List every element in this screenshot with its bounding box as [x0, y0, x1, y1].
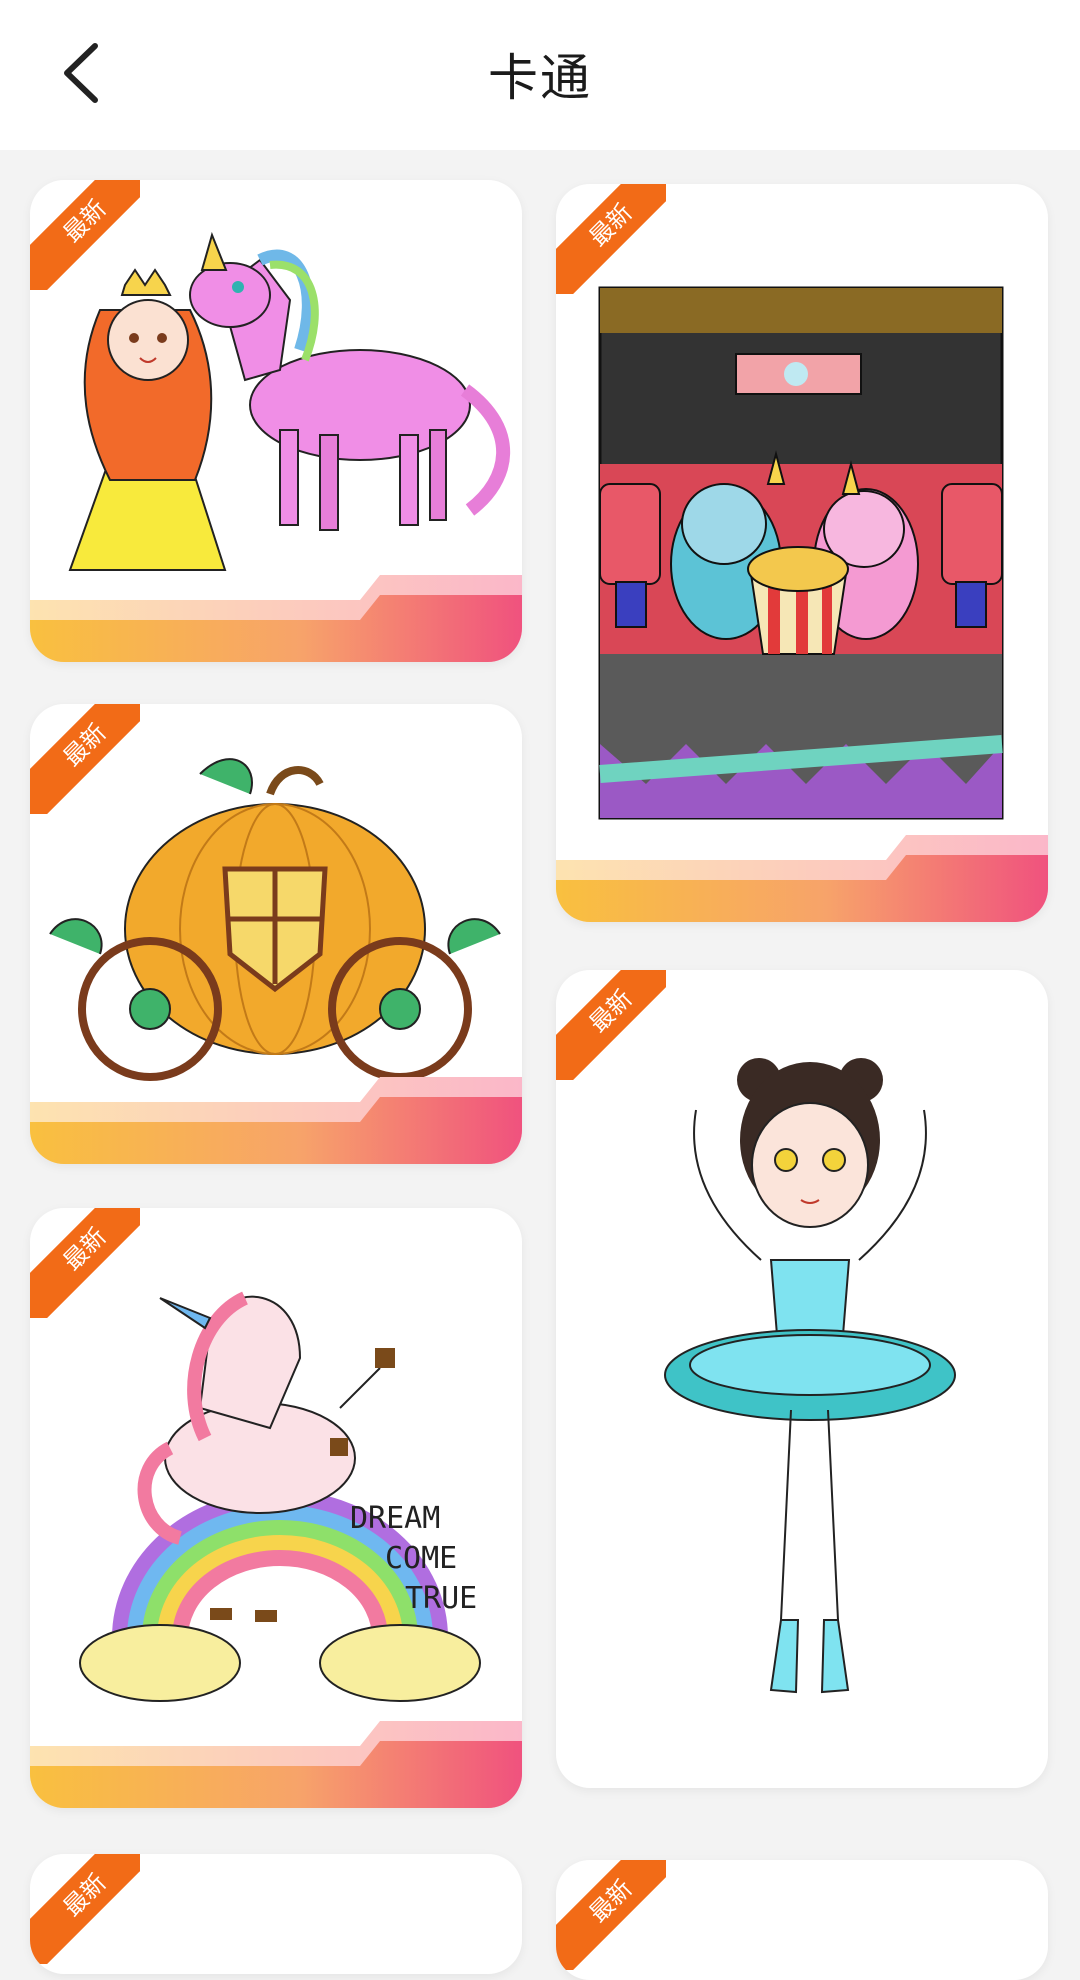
ballerina-image	[664, 1058, 956, 1694]
badge-new: 最新	[556, 970, 666, 1080]
badge-new: 最新	[30, 180, 140, 290]
coloring-card-partial-left[interactable]: 最新	[30, 1854, 522, 1974]
badge-new: 最新	[30, 704, 140, 814]
dream-text: DREAM	[350, 1501, 440, 1536]
badge-new: 最新	[556, 184, 666, 294]
card-footer-band	[556, 835, 1048, 922]
coloring-card-ballerina[interactable]: 最新	[556, 970, 1048, 1788]
top-bar: 卡通	[0, 0, 1080, 150]
coloring-card-princess-unicorn[interactable]: 最新	[30, 180, 522, 662]
coloring-card-partial-right[interactable]: 最新	[556, 1860, 1048, 1980]
coloring-card-pumpkin-carriage[interactable]: 最新	[30, 704, 522, 1164]
badge-new: 最新	[30, 1208, 140, 1318]
coloring-card-cinema-unicorns[interactable]: 最新	[556, 184, 1048, 922]
card-footer-band	[30, 575, 522, 662]
page-title: 卡通	[488, 49, 592, 107]
badge-new: 最新	[30, 1854, 140, 1964]
card-footer-band	[30, 1077, 522, 1164]
card-footer-band	[30, 1721, 522, 1808]
true-text: TRUE	[405, 1581, 477, 1616]
coloring-card-unicorn-rainbow[interactable]: DREAM COME TRUE 最新	[30, 1208, 522, 1808]
badge-new: 最新	[556, 1860, 666, 1970]
come-text: COME	[385, 1541, 457, 1576]
